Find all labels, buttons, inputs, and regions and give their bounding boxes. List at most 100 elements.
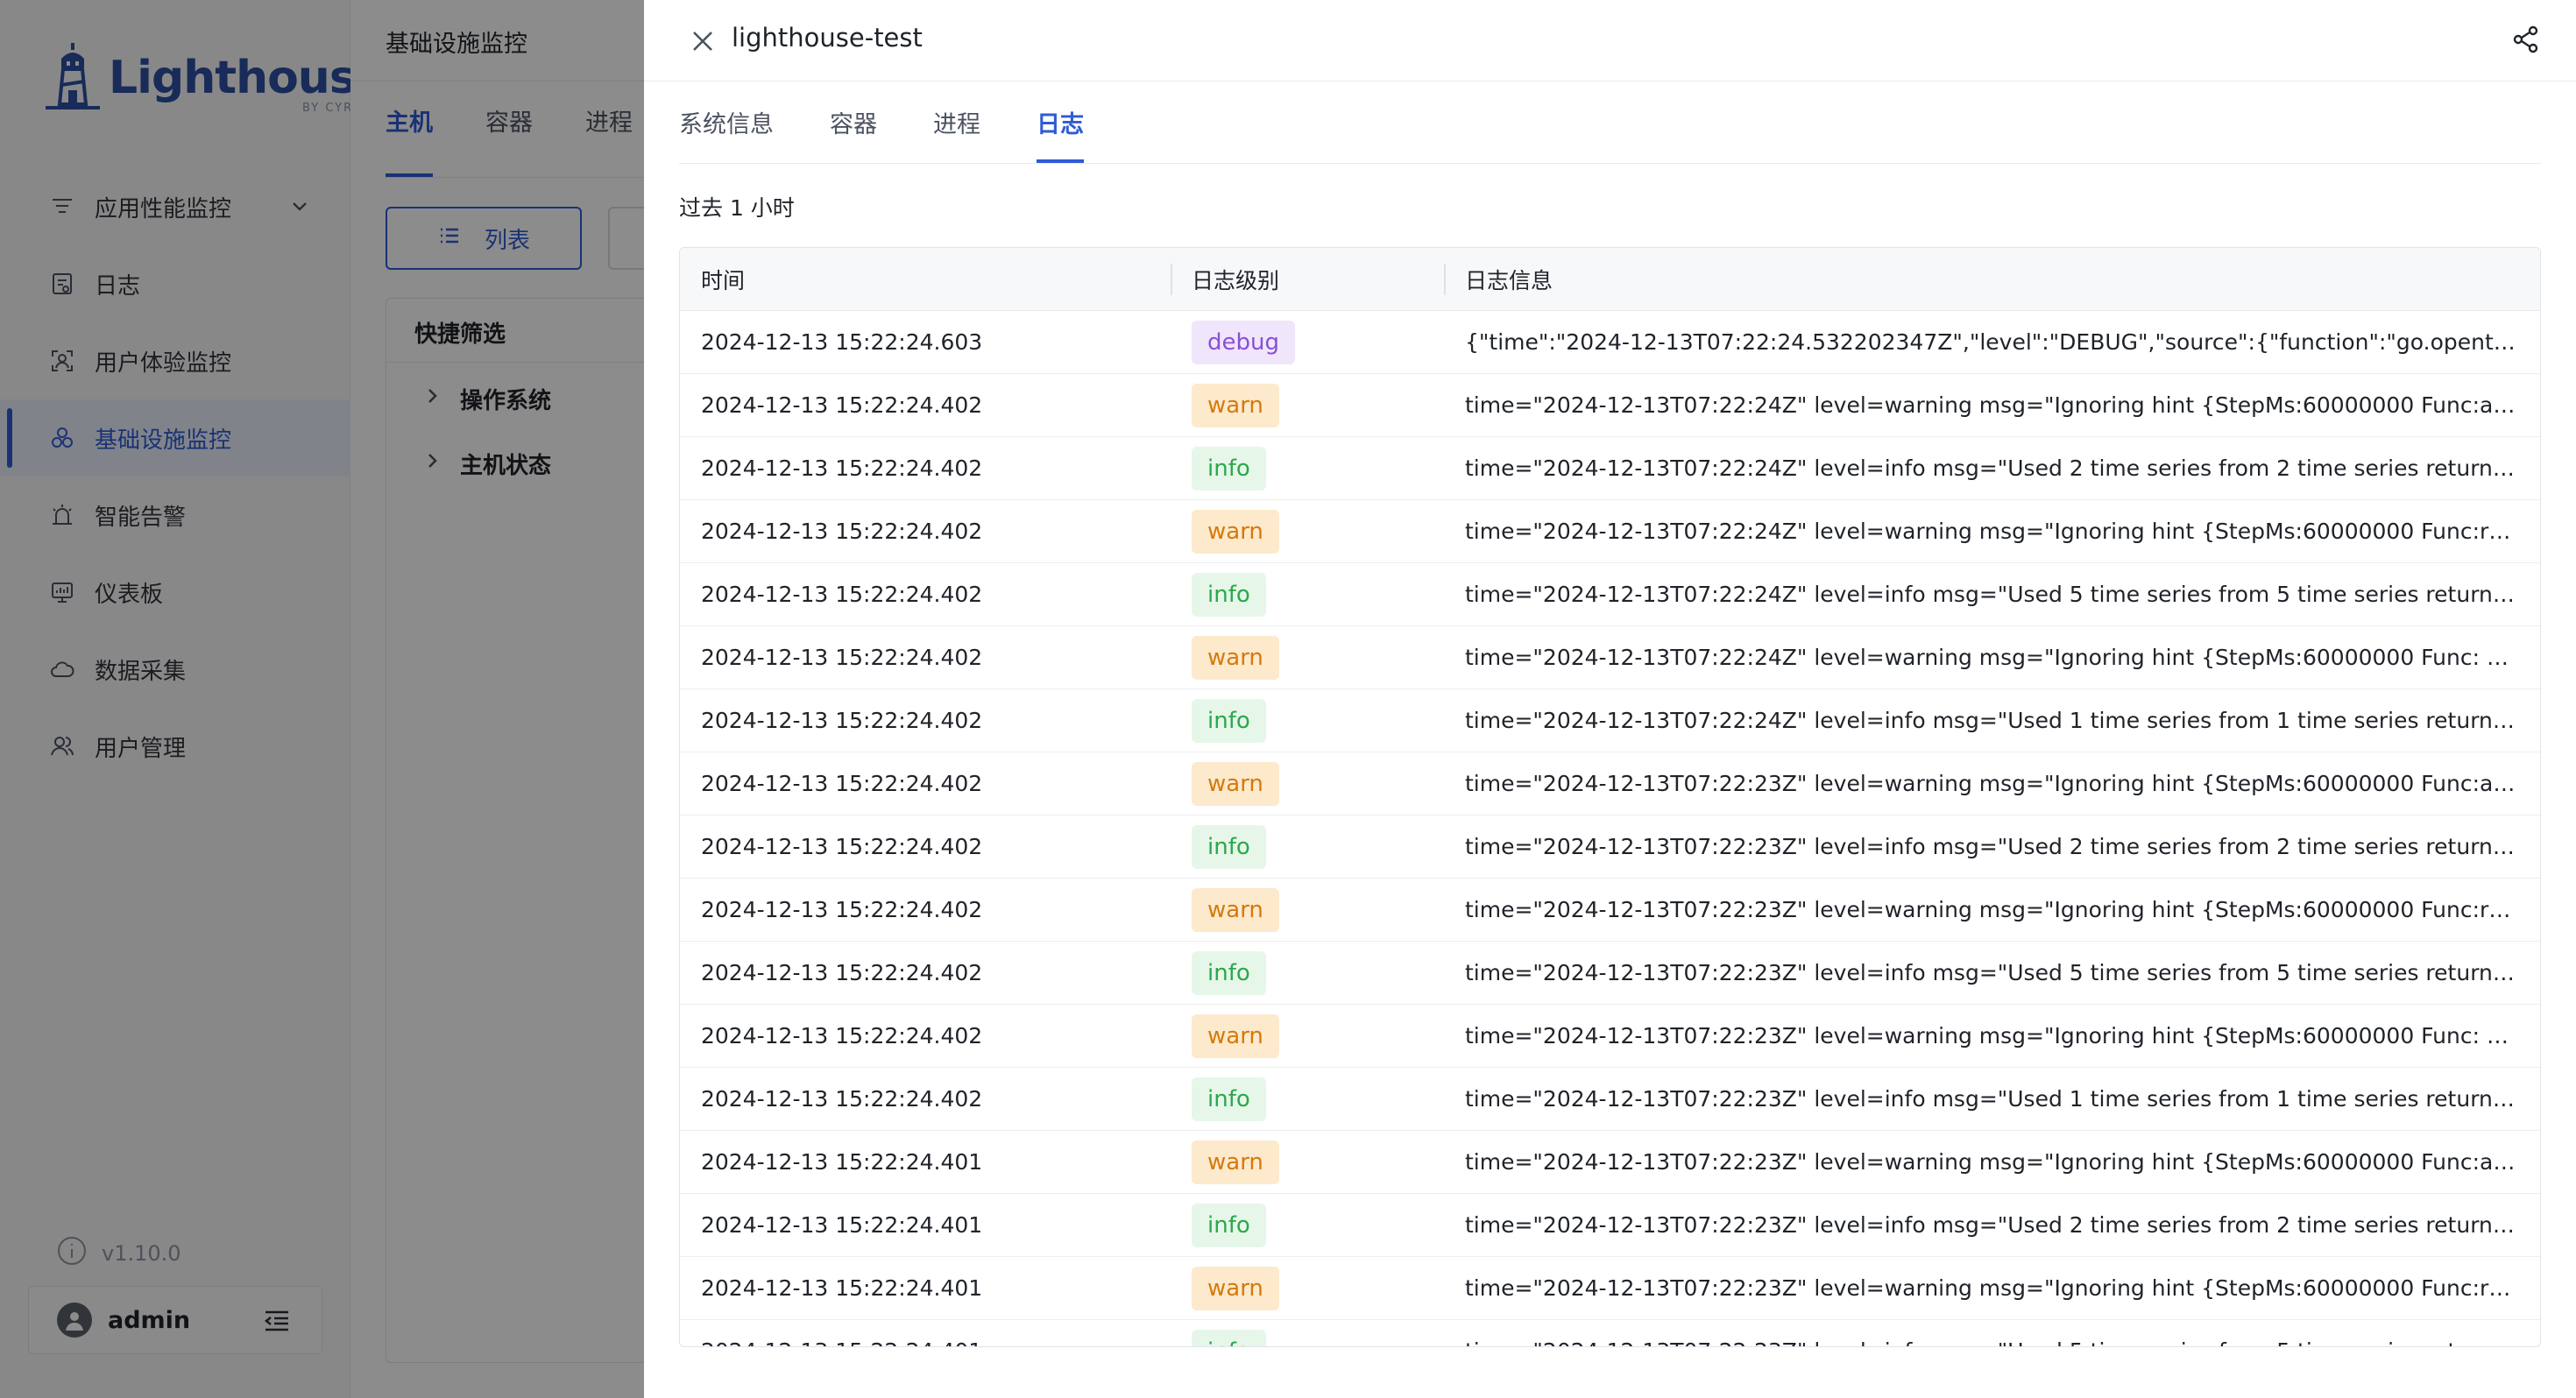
log-message[interactable]: time="2024-12-13T07:22:23Z" level=warnin… — [1465, 1275, 2519, 1301]
log-time: 2024-12-13 15:22:24.402 — [701, 897, 983, 922]
table-row[interactable]: 2024-12-13 15:22:24.402 info time="2024-12… — [680, 942, 2540, 1005]
table-row[interactable]: 2024-12-13 15:22:24.402 info time="2024-12… — [680, 437, 2540, 500]
table-row[interactable]: 2024-12-13 15:22:24.402 info time="2024-12… — [680, 689, 2540, 752]
log-time: 2024-12-13 15:22:24.402 — [701, 455, 983, 481]
log-time: 2024-12-13 15:22:24.401 — [701, 1275, 983, 1301]
log-level-badge: info — [1192, 1077, 1266, 1121]
host-detail-drawer: lighthouse-test 系统信息 容器 进程 日志 过去 1 小时 时间… — [644, 0, 2576, 1398]
log-level-cell: warn — [1171, 752, 1444, 815]
log-message[interactable]: time="2024-12-13T07:22:23Z" level=info m… — [1465, 960, 2519, 985]
log-level-cell: info — [1171, 942, 1444, 1004]
close-icon[interactable] — [686, 25, 719, 58]
log-message[interactable]: time="2024-12-13T07:22:23Z" level=warnin… — [1465, 1149, 2519, 1175]
table-row[interactable]: 2024-12-13 15:22:24.401 warn time="2024-12… — [680, 1131, 2540, 1194]
log-time: 2024-12-13 15:22:24.402 — [701, 834, 983, 859]
table-row[interactable]: 2024-12-13 15:22:24.402 info time="2024-12… — [680, 563, 2540, 626]
log-message-cell: time="2024-12-13T07:22:24Z" level=warnin… — [1444, 626, 2540, 688]
log-message[interactable]: time="2024-12-13T07:22:24Z" level=info m… — [1465, 708, 2519, 733]
log-message[interactable]: {"time":"2024-12-13T07:22:24.532202347Z"… — [1465, 329, 2519, 355]
log-time: 2024-12-13 15:22:24.401 — [701, 1149, 983, 1175]
table-header: 时间 日志级别 日志信息 — [680, 248, 2540, 311]
log-level-badge: warn — [1192, 1266, 1279, 1310]
log-level-cell: info — [1171, 563, 1444, 625]
log-time: 2024-12-13 15:22:24.402 — [701, 582, 983, 607]
column-header-message: 日志信息 — [1444, 248, 2540, 310]
log-message[interactable]: time="2024-12-13T07:22:23Z" level=info m… — [1465, 1212, 2519, 1238]
table-row[interactable]: 2024-12-13 15:22:24.402 warn time="2024-12… — [680, 879, 2540, 942]
log-message-cell: time="2024-12-13T07:22:23Z" level=warnin… — [1444, 1005, 2540, 1067]
log-time: 2024-12-13 15:22:24.603 — [701, 329, 983, 355]
tab-logs[interactable]: 日志 — [1037, 105, 1084, 163]
log-level-cell: info — [1171, 437, 1444, 499]
log-level-cell: debug — [1171, 311, 1444, 373]
log-level-badge: info — [1192, 1329, 1266, 1346]
table-row[interactable]: 2024-12-13 15:22:24.402 warn time="2024-12… — [680, 374, 2540, 437]
drawer-title: lighthouse-test — [732, 23, 923, 53]
log-time: 2024-12-13 15:22:24.402 — [701, 1023, 983, 1048]
log-level-badge: warn — [1192, 1013, 1279, 1058]
log-level-cell: warn — [1171, 1005, 1444, 1067]
log-message[interactable]: time="2024-12-13T07:22:23Z" level=info m… — [1465, 1086, 2519, 1112]
time-range-label[interactable]: 过去 1 小时 — [679, 191, 795, 222]
log-table: 时间 日志级别 日志信息 2024-12-13 15:22:24.603 debu… — [679, 247, 2541, 1347]
log-message[interactable]: time="2024-12-13T07:22:24Z" level=info m… — [1465, 455, 2519, 481]
log-message[interactable]: time="2024-12-13T07:22:24Z" level=warnin… — [1465, 392, 2519, 418]
log-time: 2024-12-13 15:22:24.402 — [701, 519, 983, 544]
log-level-badge: debug — [1192, 320, 1295, 364]
log-level-badge: info — [1192, 572, 1266, 617]
log-message-cell: time="2024-12-13T07:22:23Z" level=info m… — [1444, 1068, 2540, 1130]
log-level-badge: warn — [1192, 1140, 1279, 1184]
log-message-cell: time="2024-12-13T07:22:23Z" level=info m… — [1444, 816, 2540, 878]
log-level-cell: warn — [1171, 879, 1444, 941]
log-message[interactable]: time="2024-12-13T07:22:23Z" level=warnin… — [1465, 771, 2519, 796]
table-row[interactable]: 2024-12-13 15:22:24.603 debug {"time":"202… — [680, 311, 2540, 374]
log-message[interactable]: time="2024-12-13T07:22:24Z" level=info m… — [1465, 582, 2519, 607]
log-message-cell: time="2024-12-13T07:22:23Z" level=warnin… — [1444, 1257, 2540, 1319]
log-message[interactable]: time="2024-12-13T07:22:24Z" level=warnin… — [1465, 519, 2519, 544]
table-row[interactable]: 2024-12-13 15:22:24.402 info time="2024-12… — [680, 1068, 2540, 1131]
log-level-badge: warn — [1192, 887, 1279, 932]
log-level-cell: info — [1171, 1194, 1444, 1256]
log-message[interactable]: time="2024-12-13T07:22:23Z" level=warnin… — [1465, 1023, 2519, 1048]
log-level-cell: warn — [1171, 1131, 1444, 1193]
log-message[interactable]: time="2024-12-13T07:22:24Z" level=warnin… — [1465, 645, 2519, 670]
log-level-cell: info — [1171, 1320, 1444, 1346]
table-row[interactable]: 2024-12-13 15:22:24.402 warn time="2024-12… — [680, 752, 2540, 816]
table-row[interactable]: 2024-12-13 15:22:24.402 warn time="2024-12… — [680, 500, 2540, 563]
table-body: 2024-12-13 15:22:24.603 debug {"time":"202… — [680, 311, 2540, 1346]
log-message[interactable]: time="2024-12-13T07:22:23Z" level=warnin… — [1465, 897, 2519, 922]
log-level-badge: warn — [1192, 635, 1279, 680]
log-level-badge: info — [1192, 446, 1266, 491]
table-row[interactable]: 2024-12-13 15:22:24.402 info time="2024-12… — [680, 816, 2540, 879]
log-level-cell: info — [1171, 816, 1444, 878]
share-icon[interactable] — [2511, 25, 2541, 54]
table-row[interactable]: 2024-12-13 15:22:24.401 info time="2024-12… — [680, 1320, 2540, 1346]
table-row[interactable]: 2024-12-13 15:22:24.401 info time="2024-12… — [680, 1194, 2540, 1257]
log-message[interactable]: time="2024-12-13T07:22:23Z" level=info m… — [1465, 834, 2519, 859]
log-time: 2024-12-13 15:22:24.401 — [701, 1212, 983, 1238]
log-level-badge: info — [1192, 1203, 1266, 1247]
log-time: 2024-12-13 15:22:24.402 — [701, 1086, 983, 1112]
log-level-cell: warn — [1171, 1257, 1444, 1319]
tab-system-info[interactable]: 系统信息 — [679, 105, 774, 163]
log-message-cell: time="2024-12-13T07:22:24Z" level=info m… — [1444, 437, 2540, 499]
log-level-cell: warn — [1171, 500, 1444, 562]
table-row[interactable]: 2024-12-13 15:22:24.401 warn time="2024-12… — [680, 1257, 2540, 1320]
column-header-level: 日志级别 — [1171, 248, 1444, 310]
log-level-cell: warn — [1171, 374, 1444, 436]
log-message-cell: time="2024-12-13T07:22:23Z" level=warnin… — [1444, 879, 2540, 941]
table-row[interactable]: 2024-12-13 15:22:24.402 warn time="2024-12… — [680, 626, 2540, 689]
log-time: 2024-12-13 15:22:24.402 — [701, 708, 983, 733]
tab-process[interactable]: 进程 — [933, 105, 980, 163]
log-time: 2024-12-13 15:22:24.401 — [680, 1320, 1171, 1346]
log-message-cell: time="2024-12-13T07:22:23Z" level=info m… — [1444, 1320, 2540, 1346]
log-time: 2024-12-13 15:22:24.402 — [701, 771, 983, 796]
log-message-cell: time="2024-12-13T07:22:24Z" level=info m… — [1444, 563, 2540, 625]
log-time: 2024-12-13 15:22:24.402 — [701, 392, 983, 418]
log-message[interactable]: time="2024-12-13T07:22:23Z" level=info m… — [1465, 1338, 2519, 1346]
tab-container[interactable]: 容器 — [830, 105, 877, 163]
table-row[interactable]: 2024-12-13 15:22:24.402 warn time="2024-12… — [680, 1005, 2540, 1068]
log-level-badge: info — [1192, 950, 1266, 995]
log-level-badge: warn — [1192, 509, 1279, 554]
log-message-cell: time="2024-12-13T07:22:24Z" level=info m… — [1444, 689, 2540, 752]
